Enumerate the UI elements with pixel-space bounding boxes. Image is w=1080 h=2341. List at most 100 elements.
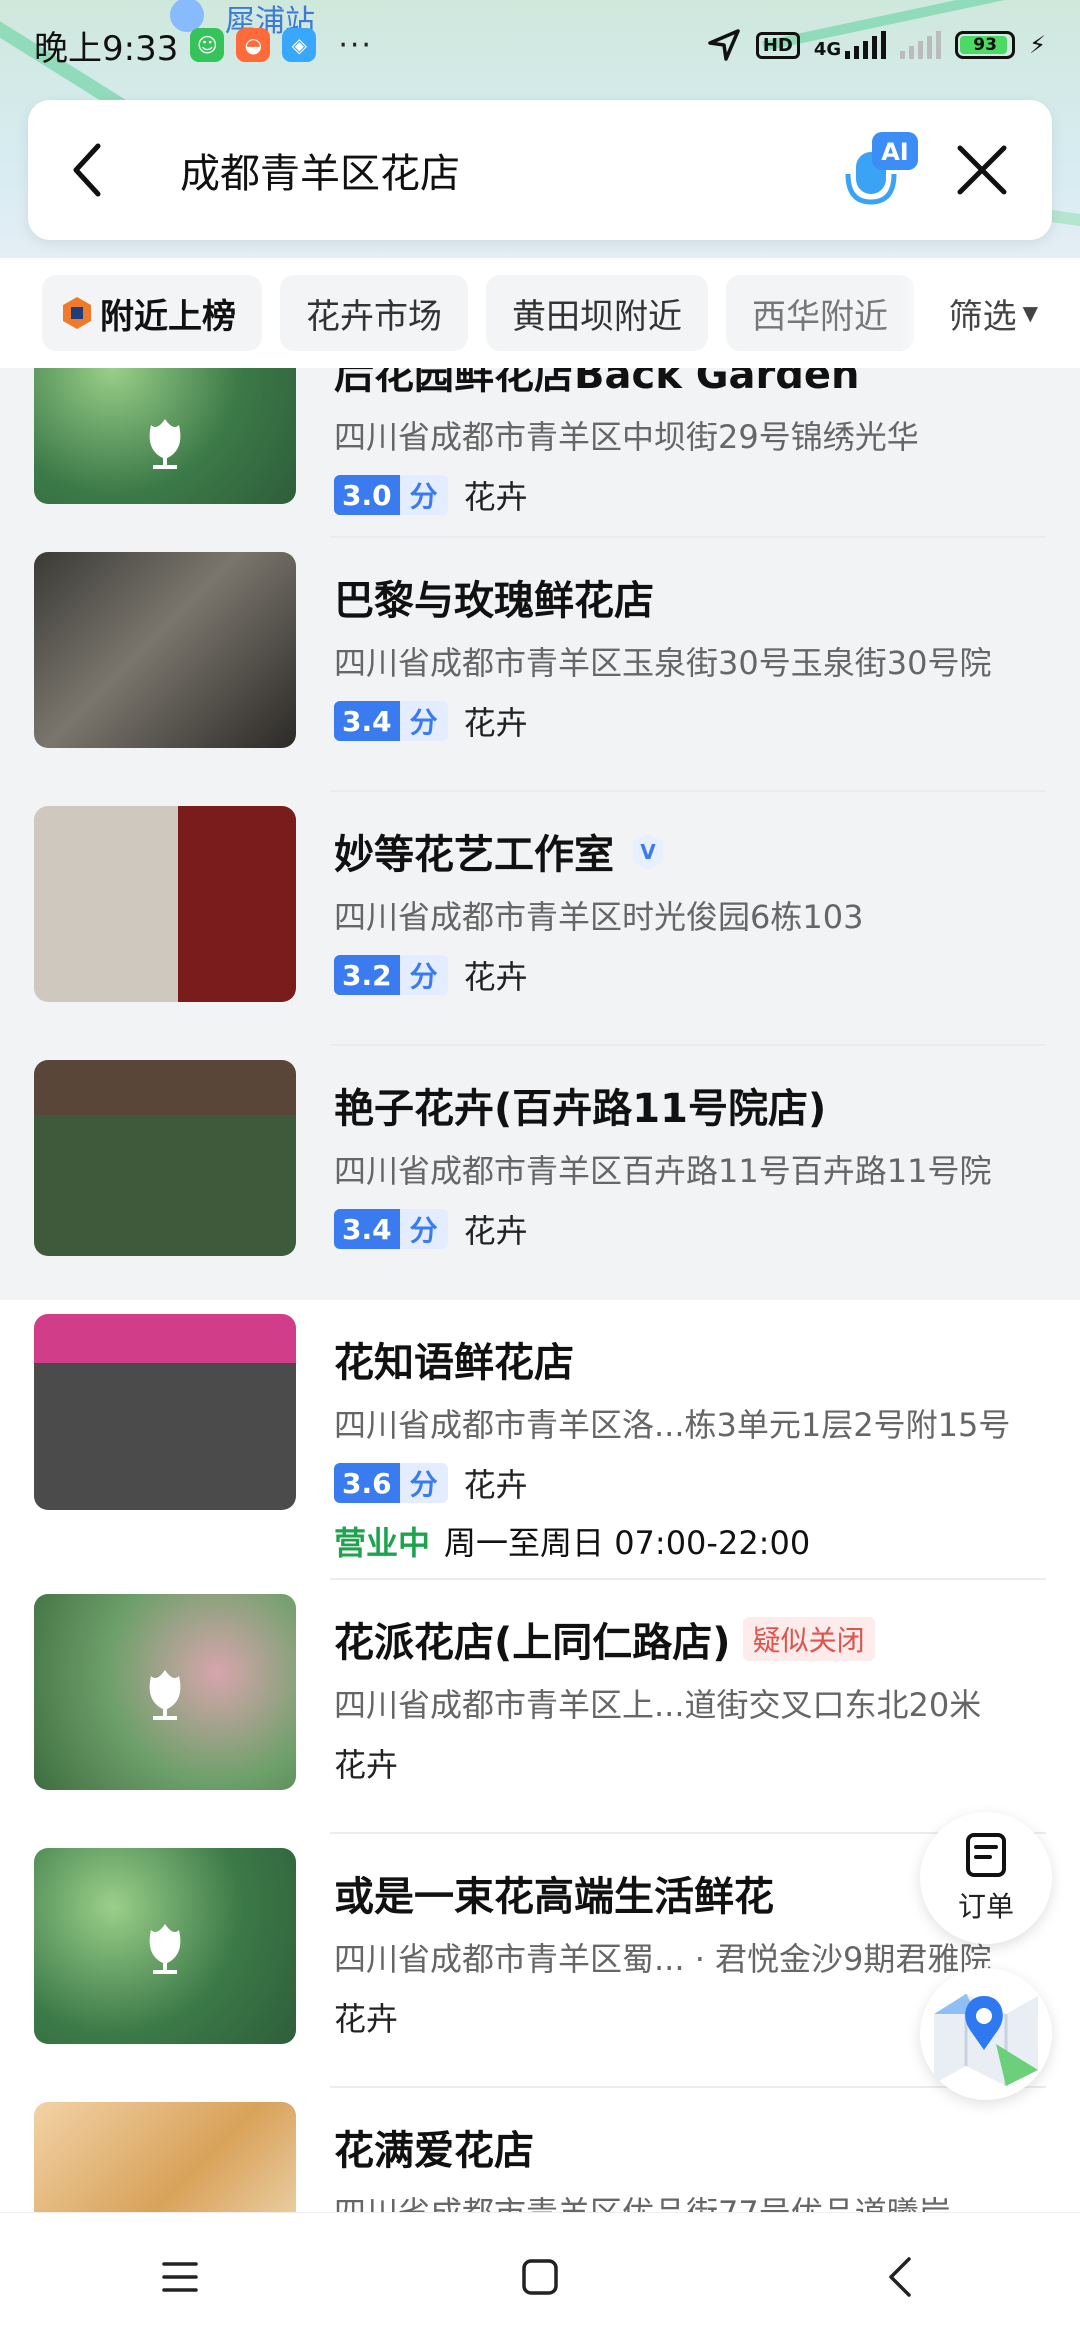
location-arrow-icon [708,29,740,61]
back-chevron-icon [889,2257,911,2297]
list-item[interactable]: 后花园鲜花店Back Garden 四川省成都市青羊区中坝街29号锦绣光华 3.… [0,368,1080,538]
filter-chips-bar: 附近上榜 花卉市场 黄田坝附近 西华附近 筛选 ▼ [0,258,1080,368]
shop-meta: 3.4 分 花卉 [334,1206,1046,1252]
shop-name: 花知语鲜花店 [334,1340,574,1386]
shop-category: 花卉 [334,1746,399,1784]
open-status: 营业中 [334,1524,431,1562]
shop-meta: 3.4 分 花卉 [334,698,1046,744]
back-arrow-icon [73,143,101,197]
order-list-icon [966,1833,1006,1877]
nav-back-button[interactable] [840,2227,960,2327]
ranking-hexagon-icon [63,297,91,329]
shop-name: 艳子花卉(百卉路11号院店) [334,1086,827,1132]
app-notification-icon: ☺ [190,28,225,62]
battery-level: 93 [973,35,997,55]
rating-badge: 3.6 分 [334,1463,448,1503]
close-icon [957,145,1007,195]
shop-address: 四川省成都市青羊区中坝街29号锦绣光华 [334,418,919,456]
shop-category: 花卉 [463,478,528,516]
shop-address: 四川省成都市青羊区时光俊园6栋103 [334,898,864,936]
nav-menu-button[interactable] [120,2227,240,2327]
ai-mic-icon: AI [845,132,918,205]
charging-icon: ⚡ [1029,31,1046,59]
list-item[interactable]: 花满爱花店 四川省成都市青羊区优品街77号优品道曦岸 [0,2088,1080,2228]
flower-placeholder-icon [149,1924,181,1974]
shop-category: 花卉 [463,1466,528,1504]
orders-button[interactable]: 订单 [920,1812,1052,1944]
shop-thumbnail [34,2102,296,2228]
list-item[interactable]: 艳子花卉(百卉路11号院店) 四川省成都市青羊区百卉路11号百卉路11号院 3.… [0,1046,1080,1300]
result-list: 后花园鲜花店Back Garden 四川省成都市青羊区中坝街29号锦绣光华 3.… [0,368,1080,2228]
shop-thumbnail [34,552,296,748]
shop-thumbnail [34,1594,296,1790]
ai-label: AI [881,138,909,166]
chip-flower-market[interactable]: 花卉市场 [280,275,468,351]
home-square-icon [522,2259,558,2295]
battery-icon: 93 [955,31,1016,59]
more-notifications-icon: ··· [338,27,373,63]
system-nav-bar [0,2212,1080,2341]
hours-text: 周一至周日 07:00-22:00 [444,1524,811,1562]
rating-badge: 3.0 分 [334,475,448,515]
rating-badge: 3.4 分 [334,1209,448,1249]
browser-app-icon: ◈ [282,28,317,62]
chip-xihua[interactable]: 西华附近 [726,275,914,351]
chevron-down-icon: ▼ [1022,301,1038,325]
shop-thumbnail [34,806,296,1002]
hd-icon: HD [755,31,800,59]
shop-thumbnail [34,1848,296,2044]
status-indicators: HD 4G 93 ⚡ [706,27,1046,63]
shop-thumbnail [34,368,296,504]
shop-name: 花满爱花店 [334,2128,534,2174]
shop-meta: 3.6 分 花卉 [334,1460,1046,1506]
cellular-signal-icon: 4G [814,31,887,59]
shop-address: 四川省成都市青羊区洛...栋3单元1层2号附15号 [334,1406,1011,1444]
nav-home-button[interactable] [480,2227,600,2327]
flower-placeholder-icon [149,1670,181,1720]
shop-address: 四川省成都市青羊区上...道街交叉口东北20米 [334,1686,982,1724]
map-location-icon [934,1994,1038,2086]
shop-name-row: 花派花店(上同仁路店) 疑似关闭 [334,1610,1046,1668]
shop-thumbnail [34,1314,296,1510]
shop-address: 四川省成都市青羊区玉泉街30号玉泉街30号院 [334,644,992,682]
shop-name: 花派花店(上同仁路店) [334,1620,731,1666]
chip-nearby-rank-label: 附近上榜 [100,296,236,337]
list-item[interactable]: 花知语鲜花店 四川省成都市青羊区洛...栋3单元1层2号附15号 3.6 分 花卉… [0,1300,1080,1580]
shop-name: 后花园鲜花店Back Garden [334,368,860,398]
filter-button[interactable]: 筛选 ▼ [898,258,1038,368]
filter-label: 筛选 [948,296,1017,337]
orders-label: 订单 [957,1890,1014,1923]
shop-address: 四川省成都市青羊区百卉路11号百卉路11号院 [334,1152,992,1190]
flower-placeholder-icon [149,419,181,470]
search-input[interactable] [178,146,802,194]
search-bar: AI [28,100,1052,240]
shop-category: 花卉 [463,958,528,996]
status-bar: 晚上9:33 ☺ ◒ ◈ ··· HD 4G 93 ⚡ [0,0,1080,90]
shopping-app-icon: ◒ [236,28,271,62]
shop-meta: 花卉 [334,1740,1046,1786]
map-view-button[interactable] [920,1968,1052,2100]
svg-text:V: V [640,840,656,864]
rating-badge: 3.4 分 [334,701,448,741]
shop-category: 花卉 [334,2000,399,2038]
shop-meta: 3.2 分 花卉 [334,952,1046,998]
back-button[interactable] [58,130,118,210]
list-item[interactable]: 花派花店(上同仁路店) 疑似关闭 四川省成都市青羊区上...道街交叉口东北20米… [0,1580,1080,1834]
status-time: 晚上9:33 [34,28,179,69]
close-button[interactable] [942,130,1022,210]
closed-tag: 疑似关闭 [742,1617,875,1661]
menu-icon [162,2262,198,2292]
shop-name-row: 妙等花艺工作室 V [334,822,1046,880]
shop-name: 妙等花艺工作室 [334,832,614,878]
chip-nearby-rank[interactable]: 附近上榜 [42,275,262,351]
shop-category: 花卉 [463,704,528,742]
secondary-signal-icon [900,31,942,59]
shop-category: 花卉 [463,1212,528,1250]
business-hours: 营业中 周一至周日 07:00-22:00 [334,1518,1046,1564]
list-item[interactable]: 妙等花艺工作室 V 四川省成都市青羊区时光俊园6栋103 3.2 分 花卉 [0,792,1080,1046]
chip-huangtianba[interactable]: 黄田坝附近 [486,275,708,351]
verified-badge-icon: V [633,834,663,869]
list-item[interactable]: 巴黎与玫瑰鲜花店 四川省成都市青羊区玉泉街30号玉泉街30号院 3.4 分 花卉 [0,538,1080,792]
ai-voice-button[interactable]: AI [842,130,922,210]
list-item[interactable]: 或是一束花高端生活鲜花 四川省成都市青羊区蜀... · 君悦金沙9期君雅院 花卉 [0,1834,1080,2088]
